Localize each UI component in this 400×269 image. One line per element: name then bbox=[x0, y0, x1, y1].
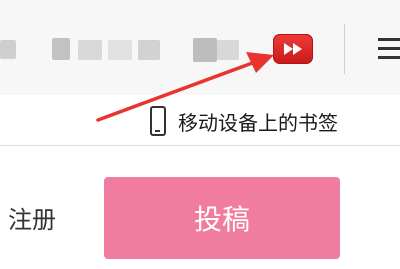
video-fast-forward-icon[interactable] bbox=[273, 34, 313, 64]
register-link[interactable]: 注册 bbox=[8, 200, 56, 235]
mobile-phone-icon bbox=[150, 106, 166, 136]
blurred-extension-icon[interactable] bbox=[52, 38, 70, 60]
blurred-extension-icon[interactable] bbox=[78, 40, 102, 60]
mobile-bookmarks-folder[interactable]: 移动设备上的书签 bbox=[150, 103, 338, 139]
blurred-extension-icon[interactable] bbox=[193, 38, 217, 62]
browser-toolbar bbox=[0, 0, 400, 95]
submit-post-label: 投稿 bbox=[193, 203, 250, 236]
toolbar-divider bbox=[344, 24, 345, 74]
blurred-extension-icon[interactable] bbox=[0, 40, 16, 59]
toolbar-bottom-border bbox=[0, 145, 400, 146]
blurred-extension-icon[interactable] bbox=[217, 40, 239, 60]
mobile-bookmarks-label: 移动设备上的书签 bbox=[178, 110, 338, 135]
blurred-extension-icon[interactable] bbox=[138, 40, 160, 60]
submit-post-button[interactable]: 投稿 bbox=[104, 177, 340, 259]
blurred-extension-icon[interactable] bbox=[108, 40, 132, 60]
hamburger-menu-icon[interactable] bbox=[372, 36, 400, 62]
